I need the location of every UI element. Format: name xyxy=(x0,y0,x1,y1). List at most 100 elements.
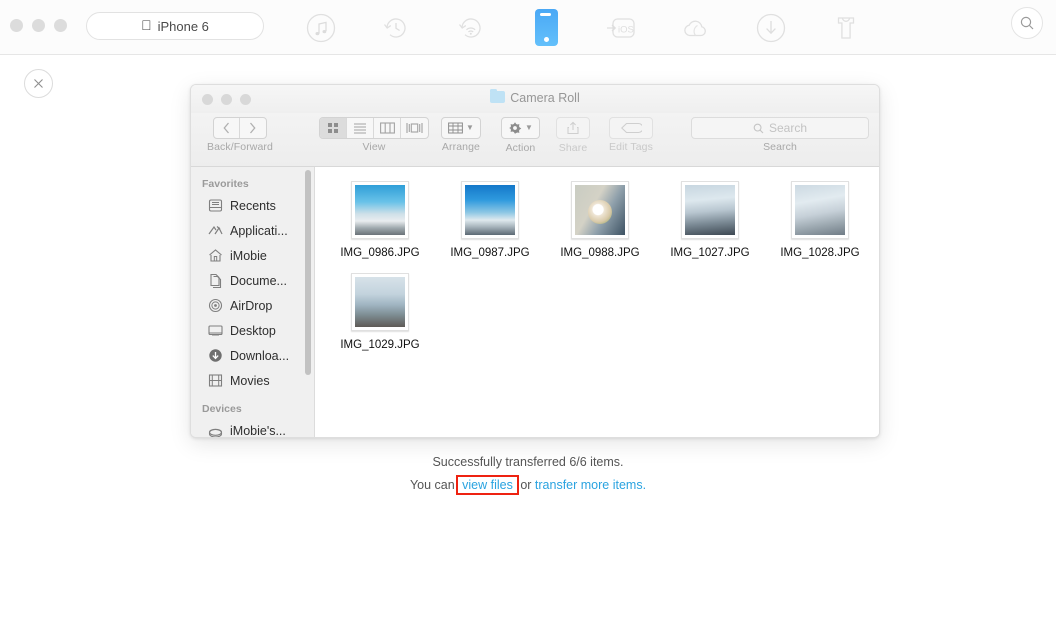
finder-body: Favorites Recents Applicati... iMobie Do… xyxy=(191,167,879,438)
sidebar-item-imobie[interactable]: iMobie xyxy=(191,243,314,268)
arrange-button[interactable]: ▼ xyxy=(441,117,481,139)
file-item[interactable]: IMG_0987.JPG xyxy=(435,181,545,259)
sidebar-item-recents[interactable]: Recents xyxy=(191,193,314,218)
transfer-status-line2: You can view files or transfer more item… xyxy=(0,475,1056,495)
airbackup-icon[interactable] xyxy=(450,7,492,49)
file-grid-container[interactable]: IMG_0986.JPG IMG_0987.JPG IMG_0988.JPG I… xyxy=(315,167,879,437)
window-traffic-lights[interactable] xyxy=(10,19,67,32)
recents-icon xyxy=(207,198,223,214)
edit-tags-label: Edit Tags xyxy=(609,141,653,153)
sidebar-scrollbar[interactable] xyxy=(305,170,311,375)
file-item[interactable]: IMG_0988.JPG xyxy=(545,181,655,259)
chevron-down-icon: ▼ xyxy=(466,123,474,132)
share-button[interactable] xyxy=(556,117,590,139)
coverflow-view-button[interactable] xyxy=(401,118,428,138)
finder-sidebar[interactable]: Favorites Recents Applicati... iMobie Do… xyxy=(191,167,315,438)
documents-icon xyxy=(207,273,223,289)
file-name-label: IMG_0987.JPG xyxy=(450,247,530,259)
sidebar-item-airdrop[interactable]: AirDrop xyxy=(191,293,314,318)
column-view-button[interactable] xyxy=(374,118,401,138)
folder-icon xyxy=(490,89,506,103)
search-label: Search xyxy=(763,141,797,153)
file-name-label: IMG_1027.JPG xyxy=(670,247,750,259)
finder-toolbar: Back/Forward View ▼ Arrange ▼ Action Sha… xyxy=(191,113,879,167)
sidebar-item-applications[interactable]: Applicati... xyxy=(191,218,314,243)
airdrop-icon xyxy=(207,298,223,314)
device-manager-icon[interactable] xyxy=(525,7,567,49)
icon-view-button[interactable] xyxy=(320,118,347,138)
icloud-manager-icon[interactable] xyxy=(675,7,717,49)
back-button[interactable] xyxy=(214,118,240,138)
sidebar-item-label: AirDrop xyxy=(230,298,273,313)
transfer-more-items-link[interactable]: transfer more items. xyxy=(535,478,646,492)
applications-icon xyxy=(207,223,223,239)
action-button[interactable]: ▼ xyxy=(501,117,540,139)
search-input[interactable]: Search xyxy=(691,117,869,139)
movies-icon xyxy=(207,373,223,389)
edit-tags-button[interactable] xyxy=(609,117,653,139)
file-item[interactable]: IMG_1027.JPG xyxy=(655,181,765,259)
transfer-status-line1: Successfully transferred 6/6 items. xyxy=(432,455,624,469)
close-window-dot[interactable] xyxy=(10,19,23,32)
file-item[interactable]: IMG_1029.JPG xyxy=(325,273,435,351)
file-thumbnail xyxy=(351,273,409,331)
back-forward-label: Back/Forward xyxy=(207,141,273,153)
view-label: View xyxy=(362,141,386,153)
svg-text:iOS: iOS xyxy=(618,24,634,35)
cleaner-icon[interactable] xyxy=(825,7,867,49)
finder-title-label: Camera Roll xyxy=(510,91,580,105)
sidebar-item-label: iMobie's... xyxy=(230,423,286,438)
sidebar-item-downloads[interactable]: Downloa... xyxy=(191,343,314,368)
file-thumbnail xyxy=(351,181,409,239)
device-selector[interactable]:  iPhone 6 xyxy=(86,12,264,40)
sidebar-item-desktop[interactable]: Desktop xyxy=(191,318,314,343)
sidebar-item-movies[interactable]: Movies xyxy=(191,368,314,393)
search-placeholder: Search xyxy=(768,121,808,135)
close-icon[interactable] xyxy=(24,69,53,98)
finder-window: Camera Roll Back/Forward View ▼ Arrange … xyxy=(190,84,880,438)
music-icon[interactable] xyxy=(300,7,342,49)
page-body: Camera Roll Back/Forward View ▼ Arrange … xyxy=(0,55,1056,631)
sidebar-item-label: Desktop xyxy=(230,323,276,338)
sidebar-item-imobies-disk[interactable]: iMobie's... xyxy=(191,418,314,438)
downloader-icon[interactable] xyxy=(750,7,792,49)
backup-restore-icon[interactable] xyxy=(375,7,417,49)
status-prefix-text: You can xyxy=(409,478,459,492)
home-icon xyxy=(207,248,223,264)
minimize-window-dot[interactable] xyxy=(32,19,45,32)
share-label: Share xyxy=(558,142,588,154)
device-name-label: iPhone 6 xyxy=(152,18,209,34)
sidebar-item-label: Movies xyxy=(230,373,270,388)
list-view-button[interactable] xyxy=(347,118,374,138)
finder-titlebar[interactable]: Camera Roll xyxy=(191,85,879,113)
file-item[interactable]: IMG_0986.JPG xyxy=(325,181,435,259)
arrange-label: Arrange xyxy=(441,141,480,153)
file-item[interactable]: IMG_1028.JPG xyxy=(765,181,875,259)
search-group: Search Search xyxy=(691,117,869,153)
sidebar-item-label: Recents xyxy=(230,198,276,213)
to-ios-icon[interactable]: iOS xyxy=(600,7,642,49)
file-thumbnail xyxy=(681,181,739,239)
sidebar-item-documents[interactable]: Docume... xyxy=(191,268,314,293)
transfer-status: Successfully transferred 6/6 items. You … xyxy=(0,455,1056,495)
view-files-link[interactable]: view files xyxy=(456,475,519,495)
view-group: View xyxy=(319,117,429,153)
sidebar-section-devices-heading: Devices xyxy=(202,403,242,415)
sidebar-item-label: iMobie xyxy=(230,248,267,263)
app-toolbar:  iPhone 6 xyxy=(0,0,1056,55)
maximize-window-dot[interactable] xyxy=(54,19,67,32)
back-forward-segment[interactable] xyxy=(212,117,267,139)
downloads-icon xyxy=(207,348,223,364)
view-mode-segment[interactable] xyxy=(319,117,429,139)
arrange-group: ▼ Arrange xyxy=(441,117,481,153)
forward-button[interactable] xyxy=(240,118,266,138)
status-middle-text: or xyxy=(516,478,535,492)
action-group: ▼ Action xyxy=(501,117,540,154)
file-name-label: IMG_1028.JPG xyxy=(780,247,860,259)
apple-logo-icon:  xyxy=(141,18,152,32)
sidebar-item-label: Downloa... xyxy=(230,348,290,363)
search-icon[interactable] xyxy=(1011,7,1043,39)
module-toolbar[interactable]: iOS xyxy=(300,0,867,55)
sidebar-item-label: Docume... xyxy=(230,273,287,288)
sidebar-item-label: Applicati... xyxy=(230,223,288,238)
